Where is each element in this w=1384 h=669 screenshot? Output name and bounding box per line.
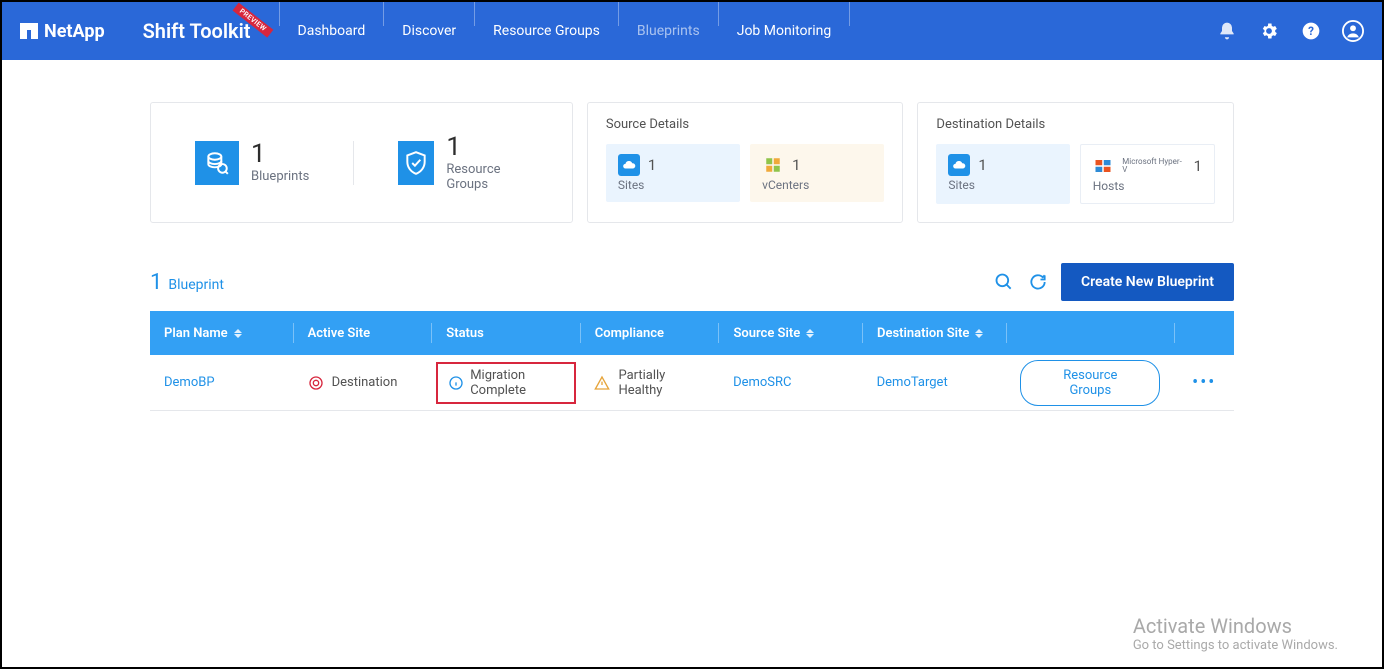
col-compliance[interactable]: Compliance xyxy=(581,326,719,341)
blueprints-label: Blueprints xyxy=(251,169,309,184)
help-icon[interactable]: ? xyxy=(1300,20,1322,42)
col-status[interactable]: Status xyxy=(432,326,580,341)
dest-sites-box: 1 Sites xyxy=(936,144,1069,204)
nav-resource-groups[interactable]: Resource Groups xyxy=(475,2,618,60)
table-toolbar: 1 Blueprint Create New Blueprint xyxy=(150,263,1234,301)
app-header: NetApp Shift Toolkit PREVIEW Dashboard D… xyxy=(2,2,1382,60)
active-site-cell: Destination xyxy=(294,375,433,391)
product-name: Shift Toolkit PREVIEW xyxy=(143,19,251,43)
gear-icon[interactable] xyxy=(1258,20,1280,42)
nav-job-monitoring[interactable]: Job Monitoring xyxy=(719,2,850,60)
blueprints-table: Plan Name Active Site Status Compliance … xyxy=(150,311,1234,411)
shield-icon xyxy=(398,141,434,185)
source-title: Source Details xyxy=(606,117,885,132)
nav-blueprints[interactable]: Blueprints xyxy=(619,2,718,60)
rg-label: Resource Groups xyxy=(446,162,528,192)
info-icon xyxy=(448,375,464,391)
vcenter-icon xyxy=(762,154,784,176)
cloud-icon xyxy=(948,154,970,176)
netapp-icon xyxy=(20,22,38,40)
rg-count: 1 xyxy=(446,134,528,160)
blueprint-db-icon xyxy=(195,141,239,185)
plan-link[interactable]: DemoBP xyxy=(164,375,215,390)
user-icon[interactable] xyxy=(1342,20,1364,42)
compliance-cell: Partially Healthy xyxy=(580,368,719,398)
brand-logo: NetApp xyxy=(20,21,105,42)
col-active-site[interactable]: Active Site xyxy=(294,326,432,341)
table-title: 1 Blueprint xyxy=(150,270,224,295)
source-sites-box: 1 Sites xyxy=(606,144,740,202)
table-row: DemoBP Destination Migration Complete xyxy=(150,355,1234,411)
nav-dashboard[interactable]: Dashboard xyxy=(280,2,384,60)
stat-blueprints: 1 Blueprints xyxy=(151,141,353,185)
cloud-icon xyxy=(618,154,640,176)
source-site-link[interactable]: DemoSRC xyxy=(733,375,791,390)
table-header-row: Plan Name Active Site Status Compliance … xyxy=(150,311,1234,355)
col-destination-site[interactable]: Destination Site xyxy=(863,326,1006,341)
svg-text:?: ? xyxy=(1308,24,1314,38)
main-nav: Dashboard Discover Resource Groups Bluep… xyxy=(279,2,851,60)
sort-icon xyxy=(234,329,242,338)
col-source-site[interactable]: Source Site xyxy=(719,326,862,341)
destination-details-card: Destination Details 1 Sites xyxy=(917,102,1234,223)
dest-hosts-box: Microsoft Hyper-V 1 Hosts xyxy=(1080,144,1215,204)
status-cell-highlighted: Migration Complete xyxy=(436,362,576,404)
source-vcenters-box: 1 vCenters xyxy=(750,144,884,202)
brand-name: NetApp xyxy=(44,21,105,42)
bell-icon[interactable] xyxy=(1216,20,1238,42)
blueprints-count: 1 xyxy=(251,141,309,167)
stat-resource-groups: 1 Resource Groups xyxy=(354,134,572,192)
summary-cards: 1 Blueprints 1 Resource Groups Source De… xyxy=(150,102,1234,223)
summary-totals-card: 1 Blueprints 1 Resource Groups xyxy=(150,102,573,223)
refresh-icon[interactable] xyxy=(1027,271,1049,293)
windows-activation-watermark: Activate Windows Go to Settings to activ… xyxy=(1133,614,1338,653)
source-details-card: Source Details 1 Sites xyxy=(587,102,904,223)
destination-circle-icon xyxy=(308,375,324,391)
destination-site-link[interactable]: DemoTarget xyxy=(877,375,948,390)
destination-title: Destination Details xyxy=(936,117,1215,132)
sort-icon xyxy=(806,329,814,338)
warning-icon xyxy=(594,375,610,391)
create-blueprint-button[interactable]: Create New Blueprint xyxy=(1061,263,1234,301)
col-plan-name[interactable]: Plan Name xyxy=(150,326,293,341)
nav-discover[interactable]: Discover xyxy=(384,2,474,60)
sort-icon xyxy=(975,329,983,338)
more-actions-icon[interactable]: ••• xyxy=(1192,372,1216,393)
search-icon[interactable] xyxy=(993,271,1015,293)
resource-groups-button[interactable]: Resource Groups xyxy=(1020,360,1160,406)
header-actions: ? xyxy=(1216,20,1364,42)
hyperv-icon xyxy=(1093,155,1115,177)
